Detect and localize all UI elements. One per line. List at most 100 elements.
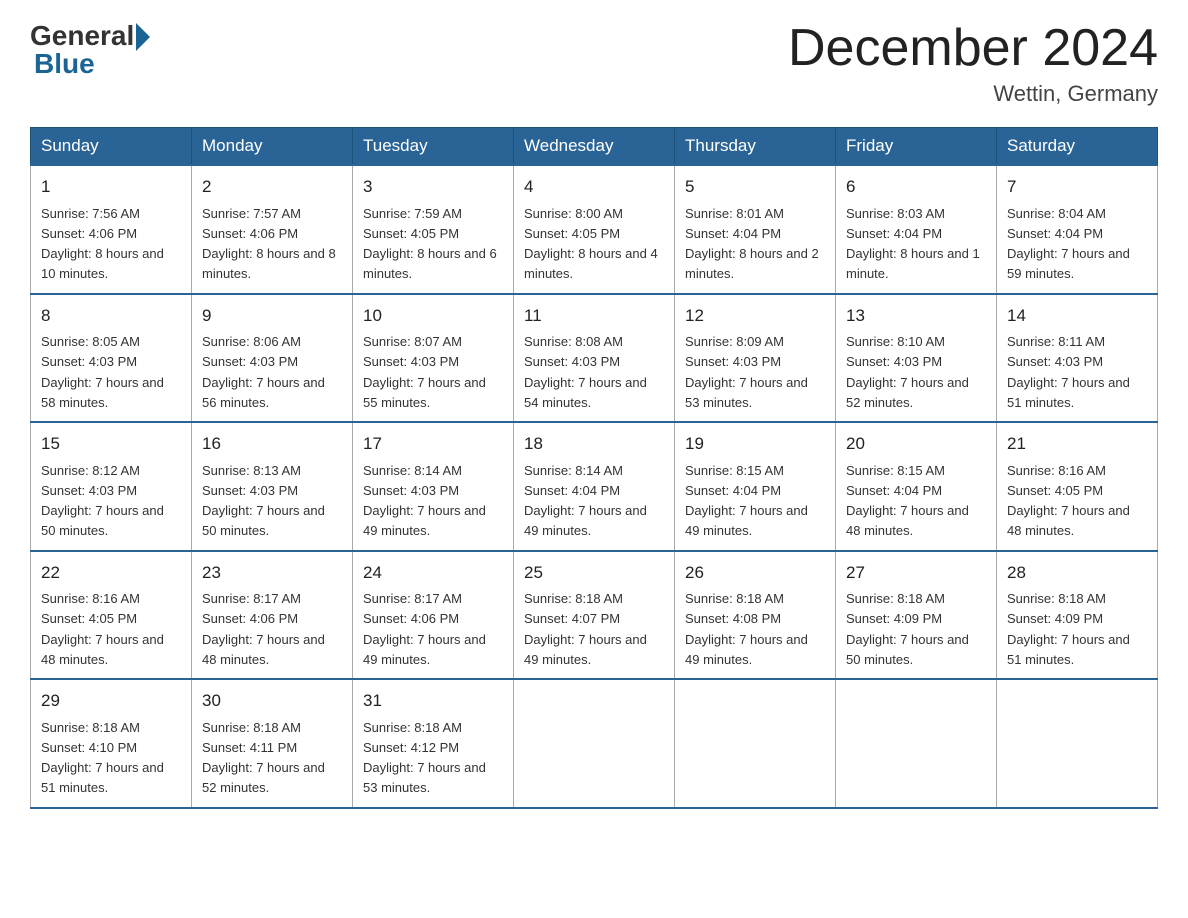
day-info: Sunrise: 8:16 AMSunset: 4:05 PMDaylight:… [1007, 463, 1130, 539]
header-tuesday: Tuesday [353, 128, 514, 166]
day-number: 23 [202, 560, 342, 586]
table-row: 18 Sunrise: 8:14 AMSunset: 4:04 PMDaylig… [514, 422, 675, 551]
day-info: Sunrise: 8:16 AMSunset: 4:05 PMDaylight:… [41, 591, 164, 667]
table-row: 13 Sunrise: 8:10 AMSunset: 4:03 PMDaylig… [836, 294, 997, 423]
day-number: 24 [363, 560, 503, 586]
day-number: 22 [41, 560, 181, 586]
header-monday: Monday [192, 128, 353, 166]
week-row-4: 22 Sunrise: 8:16 AMSunset: 4:05 PMDaylig… [31, 551, 1158, 680]
table-row: 22 Sunrise: 8:16 AMSunset: 4:05 PMDaylig… [31, 551, 192, 680]
day-info: Sunrise: 8:09 AMSunset: 4:03 PMDaylight:… [685, 334, 808, 410]
table-row: 23 Sunrise: 8:17 AMSunset: 4:06 PMDaylig… [192, 551, 353, 680]
header-wednesday: Wednesday [514, 128, 675, 166]
day-info: Sunrise: 8:00 AMSunset: 4:05 PMDaylight:… [524, 206, 658, 282]
day-info: Sunrise: 8:15 AMSunset: 4:04 PMDaylight:… [846, 463, 969, 539]
week-row-5: 29 Sunrise: 8:18 AMSunset: 4:10 PMDaylig… [31, 679, 1158, 808]
day-number: 16 [202, 431, 342, 457]
day-info: Sunrise: 8:06 AMSunset: 4:03 PMDaylight:… [202, 334, 325, 410]
week-row-3: 15 Sunrise: 8:12 AMSunset: 4:03 PMDaylig… [31, 422, 1158, 551]
day-number: 13 [846, 303, 986, 329]
day-number: 28 [1007, 560, 1147, 586]
table-row: 8 Sunrise: 8:05 AMSunset: 4:03 PMDayligh… [31, 294, 192, 423]
day-number: 14 [1007, 303, 1147, 329]
day-number: 31 [363, 688, 503, 714]
table-row: 19 Sunrise: 8:15 AMSunset: 4:04 PMDaylig… [675, 422, 836, 551]
day-info: Sunrise: 8:08 AMSunset: 4:03 PMDaylight:… [524, 334, 647, 410]
table-row [836, 679, 997, 808]
day-info: Sunrise: 8:13 AMSunset: 4:03 PMDaylight:… [202, 463, 325, 539]
day-info: Sunrise: 8:11 AMSunset: 4:03 PMDaylight:… [1007, 334, 1130, 410]
table-row: 26 Sunrise: 8:18 AMSunset: 4:08 PMDaylig… [675, 551, 836, 680]
day-info: Sunrise: 8:18 AMSunset: 4:07 PMDaylight:… [524, 591, 647, 667]
table-row: 11 Sunrise: 8:08 AMSunset: 4:03 PMDaylig… [514, 294, 675, 423]
location-label: Wettin, Germany [788, 81, 1158, 107]
day-info: Sunrise: 7:56 AMSunset: 4:06 PMDaylight:… [41, 206, 164, 282]
day-info: Sunrise: 7:57 AMSunset: 4:06 PMDaylight:… [202, 206, 336, 282]
day-info: Sunrise: 8:14 AMSunset: 4:03 PMDaylight:… [363, 463, 486, 539]
table-row: 10 Sunrise: 8:07 AMSunset: 4:03 PMDaylig… [353, 294, 514, 423]
day-number: 6 [846, 174, 986, 200]
logo-arrow-icon [136, 23, 150, 51]
table-row: 28 Sunrise: 8:18 AMSunset: 4:09 PMDaylig… [997, 551, 1158, 680]
week-row-1: 1 Sunrise: 7:56 AMSunset: 4:06 PMDayligh… [31, 165, 1158, 294]
day-number: 18 [524, 431, 664, 457]
day-info: Sunrise: 8:01 AMSunset: 4:04 PMDaylight:… [685, 206, 819, 282]
day-info: Sunrise: 8:15 AMSunset: 4:04 PMDaylight:… [685, 463, 808, 539]
day-number: 8 [41, 303, 181, 329]
day-info: Sunrise: 8:03 AMSunset: 4:04 PMDaylight:… [846, 206, 980, 282]
day-info: Sunrise: 8:18 AMSunset: 4:11 PMDaylight:… [202, 720, 325, 796]
logo: General Blue [30, 20, 150, 80]
table-row: 30 Sunrise: 8:18 AMSunset: 4:11 PMDaylig… [192, 679, 353, 808]
day-number: 30 [202, 688, 342, 714]
table-row: 15 Sunrise: 8:12 AMSunset: 4:03 PMDaylig… [31, 422, 192, 551]
table-row: 27 Sunrise: 8:18 AMSunset: 4:09 PMDaylig… [836, 551, 997, 680]
week-row-2: 8 Sunrise: 8:05 AMSunset: 4:03 PMDayligh… [31, 294, 1158, 423]
day-number: 29 [41, 688, 181, 714]
table-row: 31 Sunrise: 8:18 AMSunset: 4:12 PMDaylig… [353, 679, 514, 808]
day-info: Sunrise: 8:18 AMSunset: 4:09 PMDaylight:… [846, 591, 969, 667]
day-number: 4 [524, 174, 664, 200]
day-number: 9 [202, 303, 342, 329]
table-row: 1 Sunrise: 7:56 AMSunset: 4:06 PMDayligh… [31, 165, 192, 294]
day-info: Sunrise: 7:59 AMSunset: 4:05 PMDaylight:… [363, 206, 497, 282]
day-number: 5 [685, 174, 825, 200]
table-row: 9 Sunrise: 8:06 AMSunset: 4:03 PMDayligh… [192, 294, 353, 423]
day-number: 10 [363, 303, 503, 329]
day-number: 3 [363, 174, 503, 200]
table-row: 3 Sunrise: 7:59 AMSunset: 4:05 PMDayligh… [353, 165, 514, 294]
weekday-header-row: Sunday Monday Tuesday Wednesday Thursday… [31, 128, 1158, 166]
day-info: Sunrise: 8:04 AMSunset: 4:04 PMDaylight:… [1007, 206, 1130, 282]
day-info: Sunrise: 8:05 AMSunset: 4:03 PMDaylight:… [41, 334, 164, 410]
day-number: 25 [524, 560, 664, 586]
table-row: 14 Sunrise: 8:11 AMSunset: 4:03 PMDaylig… [997, 294, 1158, 423]
day-info: Sunrise: 8:18 AMSunset: 4:08 PMDaylight:… [685, 591, 808, 667]
table-row: 2 Sunrise: 7:57 AMSunset: 4:06 PMDayligh… [192, 165, 353, 294]
table-row: 25 Sunrise: 8:18 AMSunset: 4:07 PMDaylig… [514, 551, 675, 680]
day-number: 27 [846, 560, 986, 586]
table-row: 16 Sunrise: 8:13 AMSunset: 4:03 PMDaylig… [192, 422, 353, 551]
table-row [675, 679, 836, 808]
table-row: 4 Sunrise: 8:00 AMSunset: 4:05 PMDayligh… [514, 165, 675, 294]
table-row: 6 Sunrise: 8:03 AMSunset: 4:04 PMDayligh… [836, 165, 997, 294]
day-number: 1 [41, 174, 181, 200]
page-header: General Blue December 2024 Wettin, Germa… [30, 20, 1158, 107]
day-info: Sunrise: 8:17 AMSunset: 4:06 PMDaylight:… [202, 591, 325, 667]
day-number: 20 [846, 431, 986, 457]
day-number: 11 [524, 303, 664, 329]
day-number: 21 [1007, 431, 1147, 457]
header-saturday: Saturday [997, 128, 1158, 166]
table-row [997, 679, 1158, 808]
header-friday: Friday [836, 128, 997, 166]
calendar-table: Sunday Monday Tuesday Wednesday Thursday… [30, 127, 1158, 809]
day-info: Sunrise: 8:07 AMSunset: 4:03 PMDaylight:… [363, 334, 486, 410]
day-number: 26 [685, 560, 825, 586]
header-sunday: Sunday [31, 128, 192, 166]
day-info: Sunrise: 8:12 AMSunset: 4:03 PMDaylight:… [41, 463, 164, 539]
logo-blue-text: Blue [30, 48, 95, 80]
day-info: Sunrise: 8:18 AMSunset: 4:12 PMDaylight:… [363, 720, 486, 796]
day-number: 7 [1007, 174, 1147, 200]
table-row: 21 Sunrise: 8:16 AMSunset: 4:05 PMDaylig… [997, 422, 1158, 551]
header-thursday: Thursday [675, 128, 836, 166]
day-info: Sunrise: 8:10 AMSunset: 4:03 PMDaylight:… [846, 334, 969, 410]
title-section: December 2024 Wettin, Germany [788, 20, 1158, 107]
